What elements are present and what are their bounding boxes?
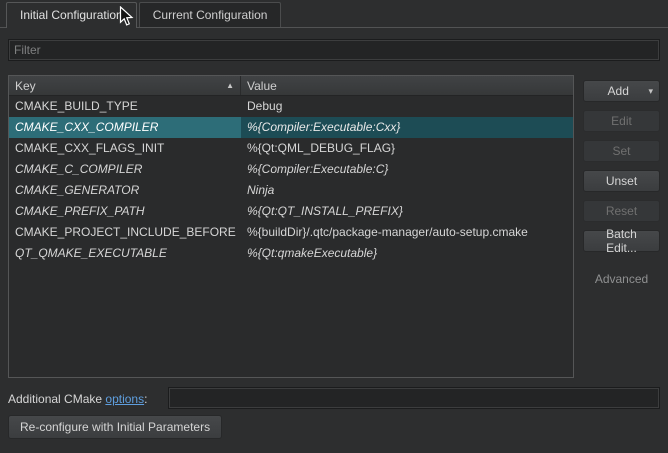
- table-row[interactable]: CMAKE_CXX_COMPILER %{Compiler:Executable…: [9, 117, 573, 138]
- column-header-key[interactable]: Key ▲: [9, 76, 241, 95]
- additional-cmake-options-input[interactable]: [168, 387, 660, 409]
- set-button: Set: [583, 140, 660, 162]
- edit-button: Edit: [583, 110, 660, 132]
- row-key: CMAKE_CXX_COMPILER: [9, 117, 241, 138]
- column-header-value-label: Value: [247, 79, 277, 93]
- row-value: %{Compiler:Executable:Cxx}: [241, 117, 573, 138]
- row-key: CMAKE_C_COMPILER: [9, 159, 241, 180]
- row-key: CMAKE_BUILD_TYPE: [9, 96, 241, 117]
- row-value: %{Qt:qmakeExecutable}: [241, 243, 573, 264]
- table-row[interactable]: CMAKE_PROJECT_INCLUDE_BEFORE %{buildDir}…: [9, 222, 573, 243]
- options-label-suffix: :: [144, 392, 147, 406]
- row-key: CMAKE_PROJECT_INCLUDE_BEFORE: [9, 222, 241, 243]
- additional-cmake-options-label: Additional CMake options:: [8, 392, 147, 406]
- table-row[interactable]: QT_QMAKE_EXECUTABLE %{Qt:qmakeExecutable…: [9, 243, 573, 264]
- column-header-value[interactable]: Value: [241, 76, 573, 95]
- add-button-label: Add: [590, 84, 646, 98]
- table-body: CMAKE_BUILD_TYPE Debug CMAKE_CXX_COMPILE…: [9, 96, 573, 377]
- row-value: %{buildDir}/.qtc/package-manager/auto-se…: [241, 222, 573, 243]
- table-row[interactable]: CMAKE_PREFIX_PATH %{Qt:QT_INSTALL_PREFIX…: [9, 201, 573, 222]
- row-value: %{Qt:QML_DEBUG_FLAG}: [241, 138, 573, 159]
- table-row[interactable]: CMAKE_CXX_FLAGS_INIT %{Qt:QML_DEBUG_FLAG…: [9, 138, 573, 159]
- table-header: Key ▲ Value: [9, 76, 573, 96]
- cmake-variables-table: Key ▲ Value CMAKE_BUILD_TYPE Debug CMAKE…: [8, 75, 574, 378]
- options-label-prefix: Additional CMake: [8, 392, 105, 406]
- add-button[interactable]: Add ▾: [583, 80, 660, 102]
- options-link[interactable]: options: [105, 392, 144, 406]
- dropdown-arrow-icon: ▾: [648, 86, 653, 97]
- row-value: %{Compiler:Executable:C}: [241, 159, 573, 180]
- row-key: CMAKE_CXX_FLAGS_INIT: [9, 138, 241, 159]
- cmake-configuration-panel: Initial Configuration Current Configurat…: [0, 0, 668, 453]
- column-header-key-label: Key: [15, 79, 36, 93]
- row-value: Ninja: [241, 180, 573, 201]
- tab-initial-configuration[interactable]: Initial Configuration: [6, 2, 137, 28]
- row-value: %{Qt:QT_INSTALL_PREFIX}: [241, 201, 573, 222]
- row-key: CMAKE_PREFIX_PATH: [9, 201, 241, 222]
- table-row[interactable]: CMAKE_C_COMPILER %{Compiler:Executable:C…: [9, 159, 573, 180]
- batch-edit-button[interactable]: Batch Edit...: [583, 230, 660, 252]
- tab-bar: Initial Configuration Current Configurat…: [0, 0, 668, 28]
- row-key: CMAKE_GENERATOR: [9, 180, 241, 201]
- table-row[interactable]: CMAKE_GENERATOR Ninja: [9, 180, 573, 201]
- sort-ascending-icon: ▲: [226, 82, 234, 90]
- row-value: Debug: [241, 96, 573, 117]
- advanced-toggle[interactable]: Advanced: [583, 272, 660, 286]
- tab-label: Current Configuration: [153, 8, 268, 22]
- filter-input[interactable]: [8, 39, 660, 61]
- reset-button: Reset: [583, 200, 660, 222]
- reconfigure-button[interactable]: Re-configure with Initial Parameters: [8, 415, 222, 439]
- unset-button[interactable]: Unset: [583, 170, 660, 192]
- action-button-column: Add ▾ Edit Set Unset Reset Batch Edit...…: [583, 80, 660, 286]
- table-row[interactable]: CMAKE_BUILD_TYPE Debug: [9, 96, 573, 117]
- tab-label: Initial Configuration: [20, 8, 123, 22]
- tab-current-configuration[interactable]: Current Configuration: [139, 2, 282, 27]
- row-key: QT_QMAKE_EXECUTABLE: [9, 243, 241, 264]
